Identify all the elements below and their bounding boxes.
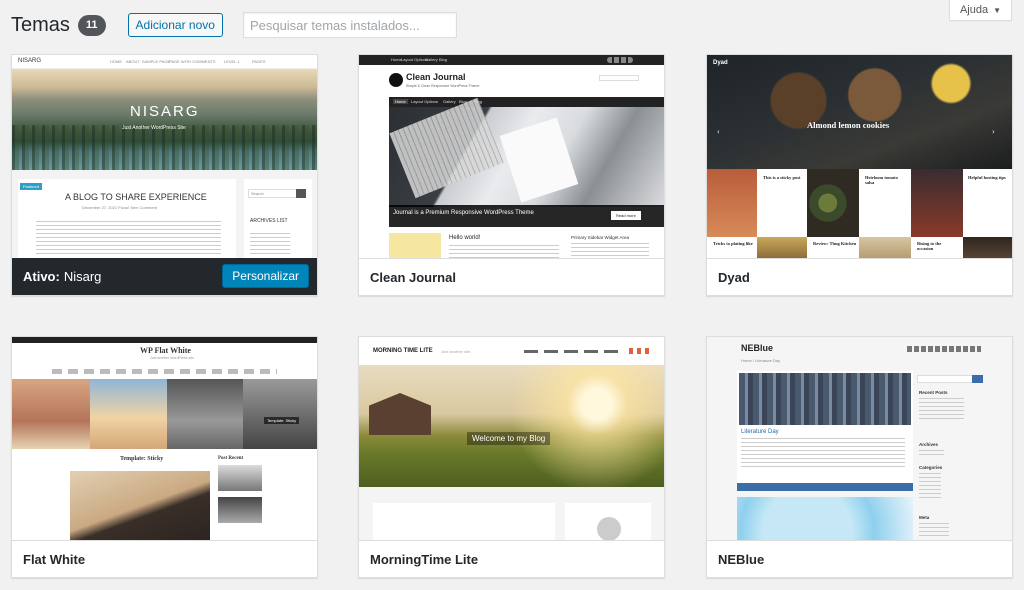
active-label: Ativo: (23, 269, 60, 284)
preview-logo: Clean Journal (406, 72, 466, 82)
post-image (739, 373, 911, 425)
chevron-left-icon[interactable]: ‹ (717, 127, 720, 136)
preview-post-title: A BLOG TO SHARE EXPERIENCE (65, 192, 207, 202)
theme-footer: Dyad (707, 258, 1012, 295)
gallery-image-1 (12, 379, 90, 449)
hero-image (707, 55, 1012, 169)
page-title: Temas (11, 13, 70, 36)
theme-screenshot[interactable]: MORNING TIME LITE Just another site Welc… (359, 337, 664, 541)
theme-footer: Flat White (12, 540, 317, 577)
page-header: Temas 11 Adicionar novo (11, 12, 457, 38)
post-image (70, 471, 210, 541)
theme-card-clean-journal[interactable]: Home Layout Options Gallery Blog Clean J… (358, 54, 665, 296)
preview-hero-title: NISARG (130, 103, 200, 120)
help-tab-button[interactable]: Ajuda ▼ (948, 0, 1012, 21)
preview-logo: Dyad (713, 60, 728, 66)
preview-hero-title: Welcome to my Blog (467, 432, 551, 445)
preview-slide-title: Journal is a Premium Responsive WordPres… (393, 210, 534, 216)
theme-footer: Ativo: Nisarg Personalizar (12, 258, 317, 295)
preview-logo: WP Flat White (140, 346, 191, 355)
theme-card-dyad[interactable]: Dyad Almond lemon cookies › ‹ This is a … (706, 54, 1013, 296)
theme-card-flat-white[interactable]: WP Flat White Just another WordPress sit… (11, 336, 318, 578)
search-themes-input[interactable] (242, 12, 457, 38)
preview-post-title: Template: Sticky (120, 456, 164, 462)
theme-name: Nisarg (63, 269, 102, 284)
caret-down-icon: ▼ (993, 5, 1001, 15)
preview-hero-title: Almond lemon cookies (807, 120, 890, 130)
preview-logo: NEBlue (741, 343, 774, 353)
theme-screenshot[interactable]: Home Layout Options Gallery Blog Clean J… (359, 55, 664, 259)
theme-footer: MorningTime Lite (359, 540, 664, 577)
theme-screenshot[interactable]: Dyad Almond lemon cookies › ‹ This is a … (707, 55, 1012, 259)
preview-post-title: Literature Day (741, 429, 779, 435)
theme-count-badge: 11 (77, 14, 106, 36)
theme-screenshot[interactable]: NISARG HOME ABOUT SAMPLE PAGE PAGE WITH … (12, 55, 317, 259)
post-image-2 (737, 497, 913, 541)
theme-footer: Clean Journal (359, 258, 664, 295)
chevron-right-icon[interactable]: › (992, 127, 995, 136)
theme-card-morningtime-lite[interactable]: MORNING TIME LITE Just another site Welc… (358, 336, 665, 578)
theme-screenshot[interactable]: WP Flat White Just another WordPress sit… (12, 337, 317, 541)
theme-name: Flat White (23, 551, 86, 567)
add-new-button[interactable]: Adicionar novo (127, 13, 223, 37)
gallery-image-3 (167, 379, 243, 449)
preview-logo: NISARG (18, 58, 42, 64)
theme-name: Clean Journal (370, 269, 456, 285)
gallery-image-4 (243, 379, 317, 449)
theme-card-neblue[interactable]: NEBlue Home / Literature Day Literature … (706, 336, 1013, 578)
help-label: Ajuda (959, 4, 989, 16)
theme-name: NEBlue (718, 551, 765, 567)
preview-logo: MORNING TIME LITE (373, 348, 433, 354)
theme-name: MorningTime Lite (370, 551, 479, 567)
theme-name: Dyad (718, 269, 750, 285)
theme-screenshot[interactable]: NEBlue Home / Literature Day Literature … (707, 337, 1012, 541)
customize-button[interactable]: Personalizar (222, 264, 309, 288)
theme-footer: NEBlue (707, 540, 1012, 577)
gallery-image-2 (90, 379, 167, 449)
theme-card-nisarg[interactable]: NISARG HOME ABOUT SAMPLE PAGE PAGE WITH … (11, 54, 318, 296)
